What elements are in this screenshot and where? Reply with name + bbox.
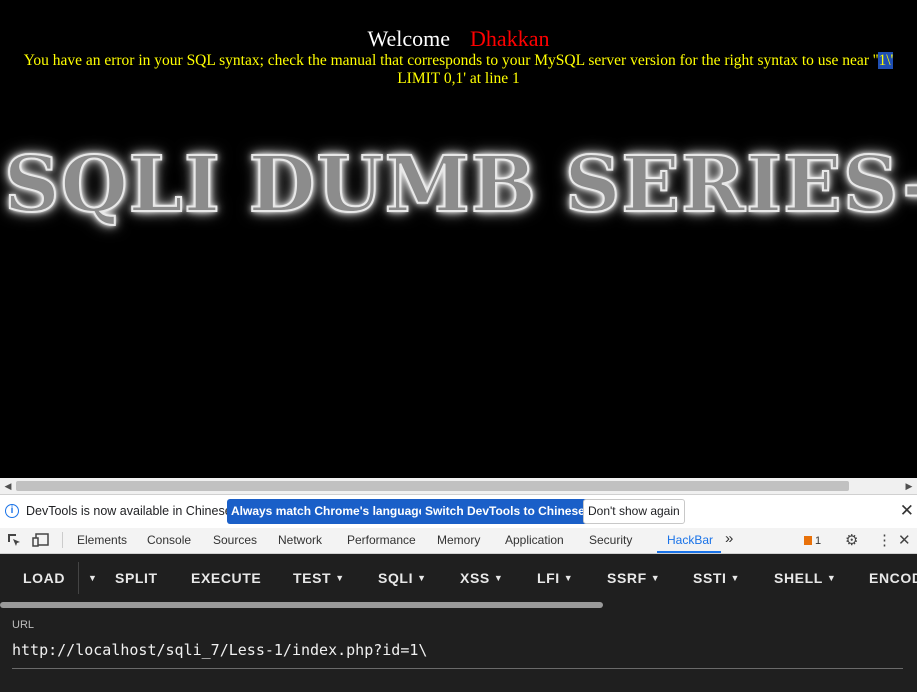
lfi-menu-label: LFI	[537, 570, 560, 586]
scrollbar-thumb[interactable]	[16, 481, 849, 491]
tab-network[interactable]: Network	[278, 533, 322, 547]
xss-menu-label: XSS	[460, 570, 490, 586]
ssrf-menu-label: SSRF	[607, 570, 647, 586]
switch-devtools-chinese-button[interactable]: Switch DevTools to Chinese	[421, 499, 589, 524]
chevron-down-icon: ▼	[88, 573, 98, 583]
devtools-language-infobar: i DevTools is now available in Chinese! …	[0, 494, 917, 528]
shell-menu-label: SHELL	[774, 570, 823, 586]
tab-hackbar[interactable]: HackBar	[667, 533, 713, 547]
info-icon: i	[5, 504, 19, 518]
welcome-label: Welcome	[367, 26, 451, 51]
toolbar-divider	[62, 532, 63, 548]
test-menu[interactable]: TEST ▼	[293, 570, 345, 586]
issue-flag-icon	[804, 536, 812, 545]
scroll-left-arrow-icon[interactable]: ◀	[0, 478, 16, 494]
always-match-language-button[interactable]: Always match Chrome's language	[227, 499, 430, 524]
encoding-menu[interactable]: ENCODING	[869, 570, 917, 586]
user-name: Dhakkan	[470, 26, 550, 51]
chevron-down-icon: ▼	[730, 573, 741, 583]
sqli-menu[interactable]: SQLI ▼	[378, 570, 427, 586]
execute-button[interactable]: EXECUTE	[191, 570, 261, 586]
url-input[interactable]: http://localhost/sqli_7/Less-1/index.php…	[12, 641, 427, 659]
devtools-close-icon[interactable]: ✕	[898, 531, 911, 549]
toolbar-divider	[78, 562, 79, 594]
sqli-dumb-series-banner: SQLI DUMB SERIES-1	[3, 139, 917, 231]
chevron-down-icon: ▼	[493, 573, 504, 583]
url-input-underline	[12, 668, 903, 669]
xss-menu[interactable]: XSS ▼	[460, 570, 503, 586]
tab-memory[interactable]: Memory	[437, 533, 480, 547]
more-tabs-chevron-icon[interactable]: »	[725, 530, 733, 547]
device-toolbar-icon[interactable]	[32, 532, 50, 551]
page-horizontal-scrollbar[interactable]: ◀ ▶	[0, 478, 917, 494]
chevron-down-icon: ▼	[650, 573, 661, 583]
ssti-menu[interactable]: SSTI ▼	[693, 570, 740, 586]
scroll-right-arrow-icon[interactable]: ▶	[901, 478, 917, 494]
infobar-close-icon[interactable]: ✕	[900, 501, 914, 521]
issues-count: 1	[815, 535, 822, 547]
sql-error-text: You have an error in your SQL syntax; ch…	[23, 52, 879, 69]
test-menu-label: TEST	[293, 570, 332, 586]
chevron-down-icon: ▼	[417, 573, 427, 583]
settings-gear-icon[interactable]: ⚙	[845, 531, 858, 549]
sql-error-message: You have an error in your SQL syntax; ch…	[0, 52, 917, 88]
tab-performance[interactable]: Performance	[347, 533, 416, 547]
split-button[interactable]: SPLIT	[115, 570, 158, 586]
dont-show-again-button[interactable]: Don't show again	[583, 499, 685, 524]
sql-error-tail: LIMIT 0,1' at line 1	[397, 70, 520, 87]
chevron-down-icon: ▼	[563, 573, 574, 583]
hackbar-url-panel: URL http://localhost/sqli_7/Less-1/index…	[0, 608, 917, 692]
load-button[interactable]: LOAD	[23, 570, 65, 586]
inspect-element-icon[interactable]	[6, 532, 22, 551]
sqli-menu-label: SQLI	[378, 570, 414, 586]
active-tab-indicator	[657, 551, 721, 553]
tab-security[interactable]: Security	[589, 533, 632, 547]
ssti-menu-label: SSTI	[693, 570, 727, 586]
chevron-down-icon: ▼	[826, 573, 837, 583]
hackbar-toolbar: LOAD ▼ SPLIT EXECUTE TEST ▼ SQLI ▼ XSS ▼ LF…	[0, 554, 917, 608]
issues-badge[interactable]: 1	[804, 535, 821, 547]
tab-sources[interactable]: Sources	[213, 533, 257, 547]
ssrf-menu[interactable]: SSRF ▼	[607, 570, 660, 586]
welcome-line: Welcome Dhakkan	[0, 26, 917, 52]
chevron-down-icon: ▼	[335, 573, 345, 583]
web-page-viewport: Welcome Dhakkan You have an error in your…	[0, 0, 917, 478]
tab-console[interactable]: Console	[147, 533, 191, 547]
sql-error-selected-text: 1\'	[878, 52, 894, 69]
infobar-message: DevTools is now available in Chinese!	[26, 504, 236, 518]
more-options-kebab-icon[interactable]: ⋮	[877, 531, 892, 549]
lfi-menu[interactable]: LFI ▼	[537, 570, 573, 586]
devtools-tab-strip: Elements Console Sources Network Perform…	[0, 528, 917, 554]
tab-application[interactable]: Application	[505, 533, 564, 547]
tab-elements[interactable]: Elements	[77, 533, 127, 547]
shell-menu[interactable]: SHELL ▼	[774, 570, 836, 586]
load-options-dropdown[interactable]: ▼	[84, 570, 98, 586]
url-label: URL	[12, 619, 35, 631]
